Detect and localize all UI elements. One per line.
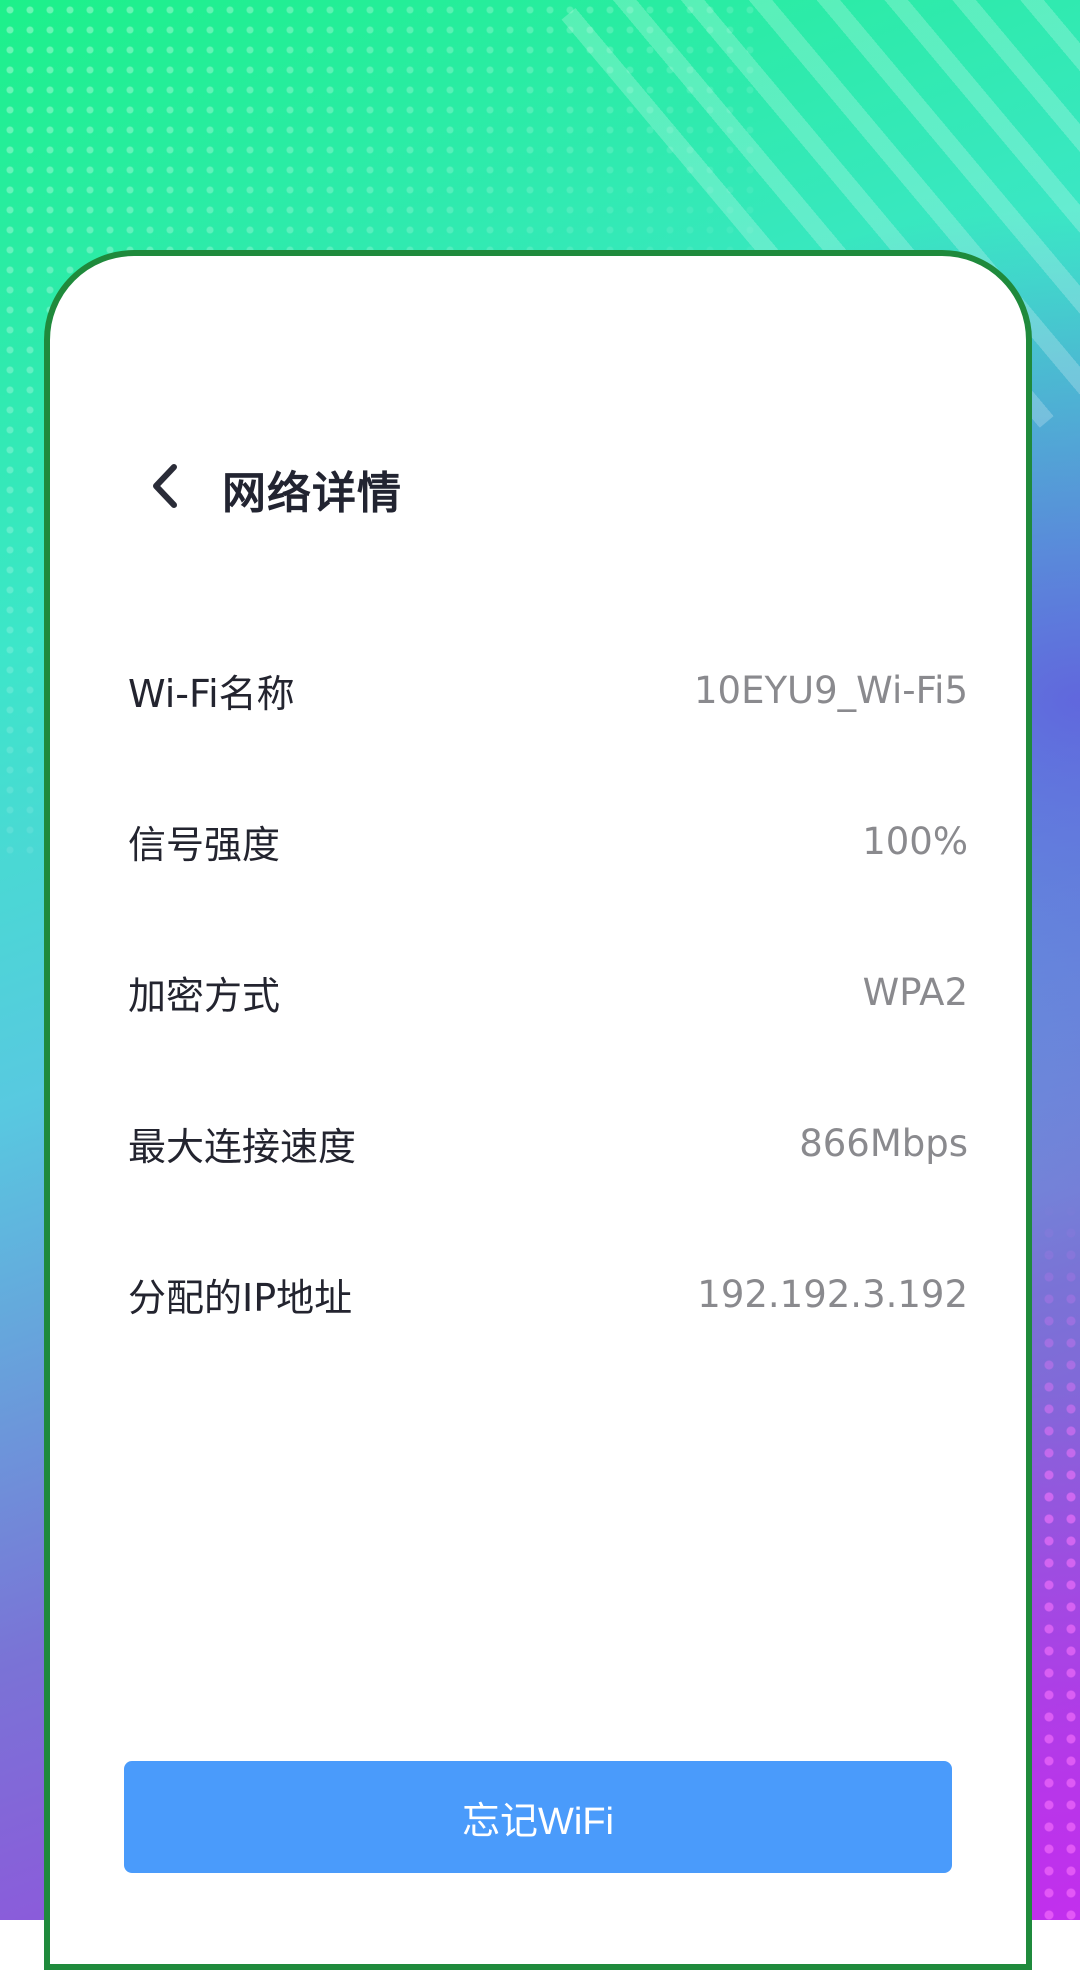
header: 网络详情: [50, 451, 1026, 521]
detail-row-wifi-name: Wi-Fi名称 10EYU9_Wi-Fi5: [128, 614, 968, 767]
detail-value: 10EYU9_Wi-Fi5: [694, 669, 968, 712]
detail-row-ip-address: 分配的IP地址 192.192.3.192: [128, 1218, 968, 1371]
detail-label: 加密方式: [128, 974, 281, 1018]
detail-value: WPA2: [862, 971, 968, 1014]
back-button[interactable]: [130, 451, 200, 521]
page-title: 网络详情: [222, 468, 402, 519]
detail-label: 最大连接速度: [128, 1125, 357, 1169]
detail-row-max-speed: 最大连接速度 866Mbps: [128, 1067, 968, 1220]
detail-label: 分配的IP地址: [128, 1276, 353, 1320]
detail-row-signal-strength: 信号强度 100%: [128, 765, 968, 918]
detail-label: 信号强度: [128, 823, 281, 867]
forget-wifi-button[interactable]: 忘记WiFi: [124, 1761, 952, 1873]
details-list: Wi-Fi名称 10EYU9_Wi-Fi5 信号强度 100% 加密方式 WPA…: [128, 616, 968, 1371]
detail-value: 866Mbps: [799, 1122, 968, 1165]
chevron-left-icon: [153, 464, 177, 508]
network-details-card: 网络详情 Wi-Fi名称 10EYU9_Wi-Fi5 信号强度 100% 加密方…: [44, 250, 1032, 1970]
detail-value: 100%: [862, 820, 968, 863]
detail-value: 192.192.3.192: [697, 1273, 968, 1316]
detail-row-encryption: 加密方式 WPA2: [128, 916, 968, 1069]
detail-label: Wi-Fi名称: [128, 672, 295, 716]
